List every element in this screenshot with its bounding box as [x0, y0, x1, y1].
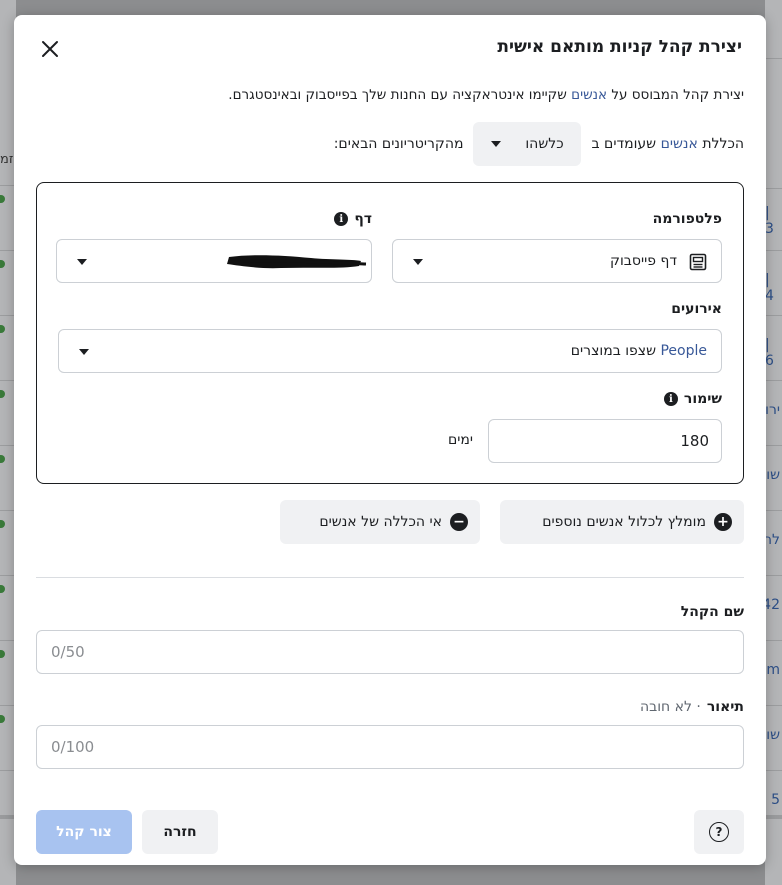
status-dot — [0, 650, 5, 658]
redacted-page-name — [227, 255, 367, 269]
dropdown-arrow-icon — [491, 141, 502, 147]
dropdown-arrow-icon — [77, 259, 87, 265]
audience-name-label: שם הקהל — [680, 604, 744, 620]
background-text: זמ — [0, 152, 14, 167]
close-icon — [42, 41, 58, 57]
include-more-people-button[interactable]: + מומלץ לכלול אנשים נוספים — [500, 500, 744, 544]
match-any-dropdown[interactable]: כלשהו — [473, 122, 582, 166]
page-select[interactable] — [56, 239, 372, 283]
page-icon — [689, 253, 707, 271]
retention-days-input[interactable]: 180 — [488, 419, 722, 463]
include-prefix: הכללת אנשים שעומדים ב — [591, 136, 744, 152]
help-button[interactable]: ? — [694, 810, 744, 854]
background-text: | 3 — [765, 205, 774, 237]
events-select[interactable]: People שצפו במוצרים — [58, 329, 722, 373]
background-right-column: | 3 | 4 | 6 ירו שוו לה 42 am שו 5 — [758, 0, 782, 885]
page-label: דף i — [334, 211, 372, 227]
match-any-value: כלשהו — [525, 136, 564, 152]
status-dot — [0, 325, 5, 333]
exclude-people-button[interactable]: − אי הכללה של אנשים — [280, 500, 480, 544]
dropdown-arrow-icon — [79, 349, 89, 355]
include-criteria-row: הכללת אנשים שעומדים ב כלשהו מהקריטריונים… — [334, 122, 744, 166]
status-dot — [0, 715, 5, 723]
status-dot — [0, 390, 5, 398]
retention-label: שימור i — [663, 391, 722, 407]
back-button[interactable]: חזרה — [142, 810, 218, 854]
status-dot — [0, 260, 5, 268]
minus-circle-icon: − — [450, 513, 468, 531]
background-text: 5 — [771, 792, 780, 808]
people-link[interactable]: אנשים — [661, 136, 698, 152]
create-audience-button[interactable]: צור קהל — [36, 810, 132, 854]
info-icon[interactable]: i — [663, 392, 678, 406]
background-text: | 4 — [765, 272, 774, 304]
description-label: תיאור · לא חובה — [640, 699, 744, 715]
criteria-box: פלטפורמה דף i דף פייסבוק אירועים People … — [36, 182, 744, 484]
dialog-title: יצירת קהל קניות מותאם אישית — [497, 37, 742, 57]
dialog-subtitle: יצירת קהל המבוסס על אנשים שקיימו אינטראק… — [228, 87, 744, 103]
background-text: | 6 — [765, 337, 774, 369]
custom-audience-dialog: יצירת קהל קניות מותאם אישית יצירת קהל המ… — [14, 15, 766, 865]
events-label: אירועים — [671, 301, 722, 317]
background-text: שו — [766, 727, 780, 743]
people-link[interactable]: אנשים — [571, 87, 607, 103]
description-input[interactable]: 0/100 — [36, 725, 744, 769]
background-text: ירו — [765, 402, 780, 418]
status-dot — [0, 195, 5, 203]
section-divider — [36, 577, 744, 578]
events-value: People שצפו במוצרים — [570, 343, 707, 359]
status-dot — [0, 585, 5, 593]
help-icon: ? — [709, 822, 729, 842]
dropdown-arrow-icon — [413, 259, 423, 265]
info-icon[interactable]: i — [334, 212, 349, 226]
audience-name-input[interactable]: 0/50 — [36, 630, 744, 674]
platform-label: פלטפורמה — [652, 211, 722, 227]
status-dot — [0, 455, 5, 463]
plus-circle-icon: + — [714, 513, 732, 531]
platform-value: דף פייסבוק — [610, 253, 677, 269]
platform-select[interactable]: דף פייסבוק — [392, 239, 722, 283]
status-dot — [0, 520, 5, 528]
include-suffix: מהקריטריונים הבאים: — [333, 136, 464, 152]
close-button[interactable] — [36, 35, 64, 63]
retention-unit: ימים — [447, 432, 473, 448]
